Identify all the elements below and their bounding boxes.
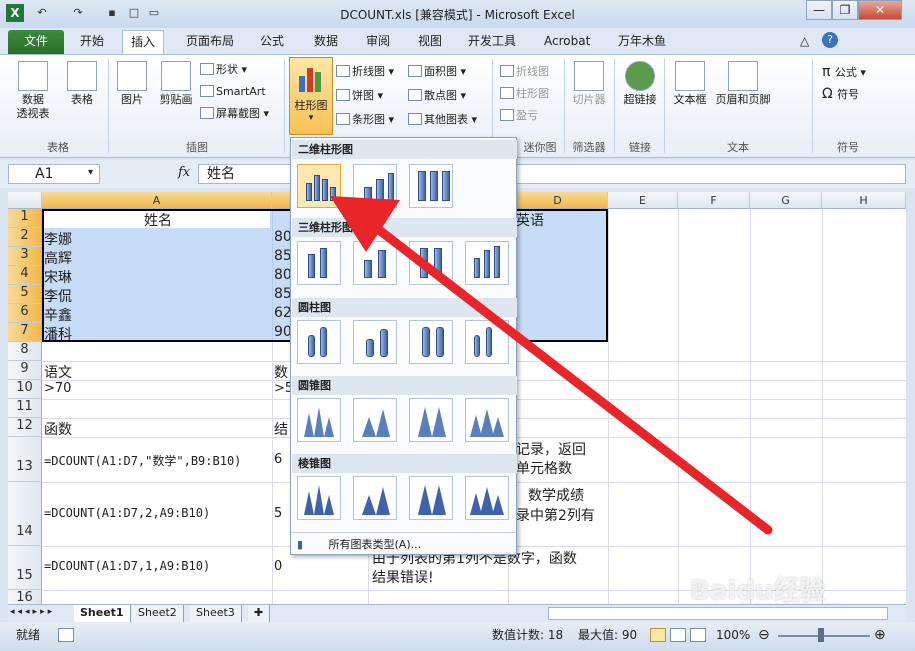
new-sheet-icon[interactable]: ✚ <box>248 605 271 622</box>
page-layout-view-icon[interactable] <box>670 628 686 642</box>
zoom-slider-thumb[interactable] <box>818 628 824 642</box>
red-arrow-annotation <box>330 196 773 535</box>
page-break-view-icon[interactable] <box>690 628 706 642</box>
zoom-slider[interactable] <box>778 635 870 637</box>
zoom-out-icon[interactable]: ⊖ <box>758 622 770 648</box>
status-count: 数值计数: 18 <box>492 628 564 642</box>
macro-record-icon[interactable] <box>58 628 74 642</box>
horizontal-scrollbar[interactable] <box>548 607 888 620</box>
sheet-tab-sheet2[interactable]: Sheet2 <box>132 605 184 622</box>
status-bar: 就绪 数值计数: 18 最大值: 90 100% ⊖ ⊕ <box>0 622 915 651</box>
sheet-tab-sheet3[interactable]: Sheet3 <box>190 605 242 622</box>
sheet-nav-arrows-icon[interactable]: ◂◂◂▸▸▸ <box>10 607 55 617</box>
zoom-in-icon[interactable]: ⊕ <box>874 622 886 648</box>
normal-view-icon[interactable] <box>650 628 666 642</box>
zoom-level[interactable]: 100% <box>716 622 750 648</box>
status-ready: 就绪 <box>16 628 41 642</box>
status-max: 最大值: 90 <box>578 628 638 642</box>
sheet-tab-sheet1[interactable]: Sheet1 <box>74 605 131 622</box>
sheet-tab-bar: ◂◂◂▸▸▸ Sheet1 Sheet2 Sheet3 ✚ <box>8 604 906 622</box>
